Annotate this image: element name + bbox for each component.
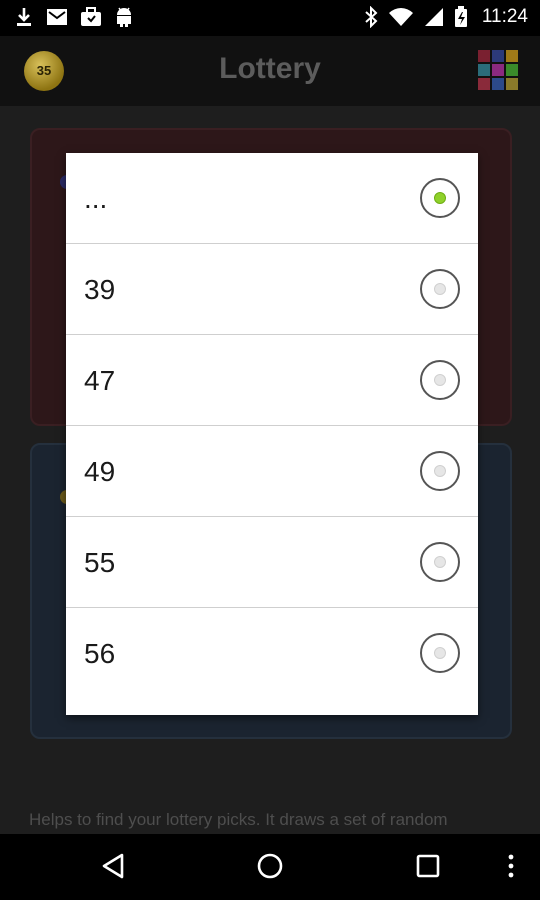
option-label: 55 — [84, 547, 116, 578]
briefcase-icon — [80, 7, 102, 27]
download-icon — [14, 6, 34, 28]
radio-button[interactable] — [420, 178, 460, 218]
grid-cell — [506, 64, 518, 76]
option-label: 49 — [84, 456, 116, 487]
radio-dot-icon — [434, 556, 446, 568]
recents-icon[interactable] — [415, 852, 441, 885]
grid-cell — [492, 50, 504, 62]
option-item[interactable]: 56 — [66, 608, 478, 699]
android-icon — [114, 6, 134, 28]
number-picker-dialog: ... 39 47 49 55 56 — [66, 153, 478, 715]
grid-cell — [478, 78, 490, 90]
option-item[interactable]: 47 — [66, 335, 478, 426]
option-label: 47 — [84, 365, 116, 396]
status-clock: 11:24 — [481, 6, 528, 27]
home-icon[interactable] — [256, 852, 284, 885]
option-item[interactable]: 55 — [66, 517, 478, 608]
battery-icon — [454, 6, 468, 28]
overflow-menu-icon[interactable] — [506, 852, 516, 885]
bluetooth-icon — [364, 6, 378, 28]
option-item[interactable]: ... — [66, 153, 478, 244]
help-text: Helps to find your lottery picks. It dra… — [29, 810, 448, 829]
radio-dot-icon — [434, 192, 446, 204]
option-item[interactable]: 49 — [66, 426, 478, 517]
page-title: Lottery — [219, 52, 321, 85]
option-label: ... — [84, 183, 108, 214]
grid-cell — [478, 64, 490, 76]
radio-button[interactable] — [420, 360, 460, 400]
radio-button[interactable] — [420, 633, 460, 673]
option-label: 56 — [84, 638, 116, 669]
radio-dot-icon — [434, 465, 446, 477]
radio-dot-icon — [434, 283, 446, 295]
grid-cell — [506, 78, 518, 90]
wifi-icon — [388, 7, 414, 27]
grid-cell — [478, 50, 490, 62]
color-grid-icon[interactable] — [478, 50, 518, 90]
option-label: 39 — [84, 274, 116, 305]
back-icon[interactable] — [100, 852, 126, 885]
grid-cell — [506, 50, 518, 62]
grid-cell — [492, 64, 504, 76]
gmail-icon — [46, 8, 68, 26]
grid-cell — [492, 78, 504, 90]
radio-button[interactable] — [420, 451, 460, 491]
radio-button[interactable] — [420, 542, 460, 582]
status-bar: 11:24 — [0, 0, 540, 36]
app-bar: 35 Lottery — [0, 36, 540, 106]
cell-signal-icon — [424, 7, 444, 27]
radio-dot-icon — [434, 647, 446, 659]
navigation-bar — [0, 834, 540, 900]
radio-button[interactable] — [420, 269, 460, 309]
option-item[interactable]: 39 — [66, 244, 478, 335]
radio-dot-icon — [434, 374, 446, 386]
